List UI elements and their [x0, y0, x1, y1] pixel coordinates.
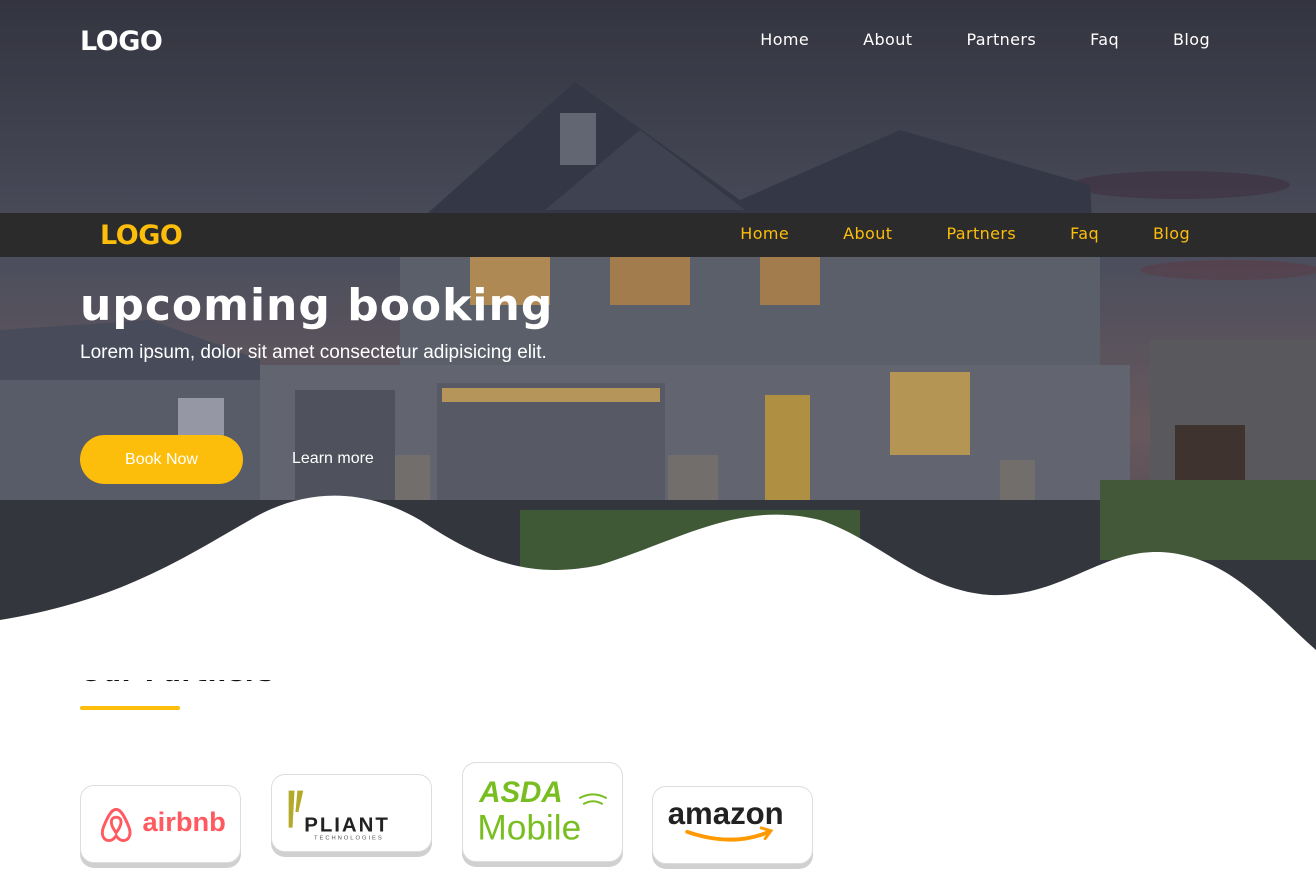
top-nav-menu: Home About Partners Faq Blog: [760, 30, 1210, 49]
amazon-logo-text: amazon: [668, 796, 784, 831]
partner-card-amazon[interactable]: amazon: [652, 786, 813, 864]
airbnb-logo-icon: airbnb: [100, 806, 226, 843]
airbnb-logo-text: airbnb: [142, 806, 225, 837]
nav-item-home[interactable]: Home: [760, 30, 809, 49]
sticky-nav-item-home[interactable]: Home: [740, 224, 789, 243]
pliant-logo-icon: PLIANT TECHNOLOGIES: [288, 790, 390, 841]
pliant-logo-subtext: TECHNOLOGIES: [314, 835, 384, 841]
book-now-button[interactable]: Book Now: [80, 435, 243, 484]
partner-card-airbnb[interactable]: airbnb: [80, 785, 241, 863]
partners-heading-underline: [80, 706, 180, 710]
sticky-nav-item-about[interactable]: About: [843, 224, 892, 243]
nav-item-faq[interactable]: Faq: [1090, 30, 1119, 49]
sticky-nav-item-partners[interactable]: Partners: [946, 224, 1016, 243]
asda-logo-subtext: Mobile: [477, 808, 581, 847]
learn-more-link[interactable]: Learn more: [292, 450, 374, 468]
asda-logo-text: ASDA: [478, 776, 562, 809]
sticky-nav-menu: Home About Partners Faq Blog: [740, 224, 1190, 243]
site-logo[interactable]: LOGO: [80, 26, 163, 57]
hero-subtitle: Lorem ipsum, dolor sit amet consectetur …: [80, 342, 547, 363]
nav-item-about[interactable]: About: [863, 30, 912, 49]
sticky-nav-item-blog[interactable]: Blog: [1153, 224, 1190, 243]
hero-title: upcoming booking: [80, 186, 553, 346]
sticky-navbar: LOGO Home About Partners Faq Blog: [0, 213, 1316, 257]
hero-title-line2: upcoming booking: [80, 280, 554, 331]
sticky-nav-item-faq[interactable]: Faq: [1070, 224, 1099, 243]
asda-logo-icon: ASDA Mobile: [477, 776, 608, 847]
partner-card-pliant[interactable]: PLIANT TECHNOLOGIES: [271, 774, 432, 852]
wave-divider: [0, 495, 1316, 680]
sticky-logo[interactable]: LOGO: [100, 220, 183, 251]
nav-item-partners[interactable]: Partners: [966, 30, 1036, 49]
pliant-logo-text: PLIANT: [304, 814, 390, 837]
nav-item-blog[interactable]: Blog: [1173, 30, 1210, 49]
amazon-logo-icon: amazon: [668, 796, 784, 842]
top-navbar: LOGO Home About Partners Faq Blog: [0, 0, 1316, 84]
partner-card-asda[interactable]: ASDA Mobile: [462, 762, 623, 862]
